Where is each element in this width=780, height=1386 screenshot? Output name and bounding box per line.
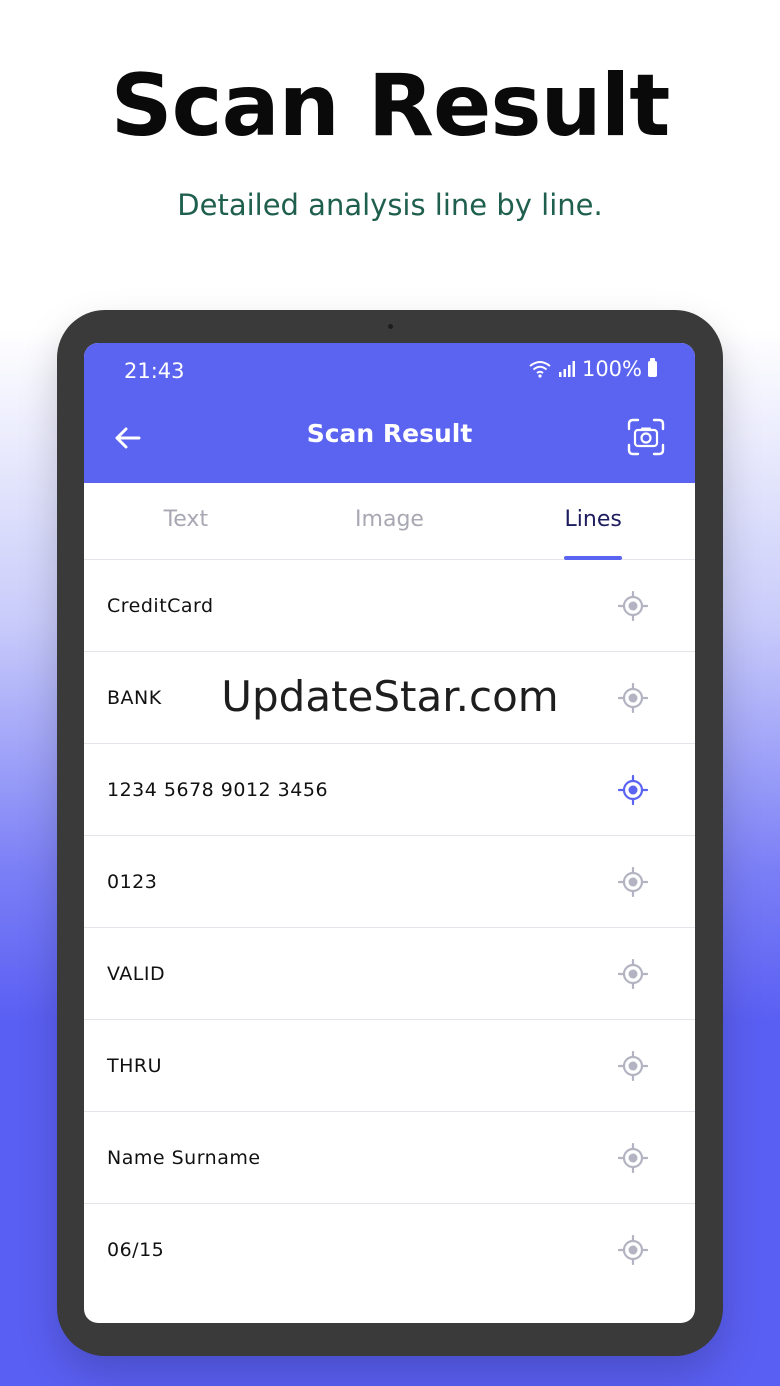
promo-subline: Detailed analysis line by line. (177, 188, 603, 222)
front-camera (388, 324, 393, 329)
line-text: Name Surname (107, 1146, 261, 1169)
tab-lines[interactable]: Lines (491, 483, 695, 559)
list-item: 0123 (84, 836, 695, 928)
camera-scan-icon (627, 418, 665, 456)
tablet-frame: 21:43 100% Scan Result Text Image Lines … (57, 310, 723, 1356)
battery-icon (648, 358, 657, 377)
signal-icon (558, 361, 575, 377)
result-tabs: Text Image Lines (84, 483, 695, 560)
line-text: 06/15 (107, 1238, 165, 1261)
crosshair-target-icon[interactable] (618, 590, 648, 621)
crosshair-target-icon[interactable] (618, 1234, 648, 1265)
line-text: 0123 (107, 870, 158, 893)
tab-image[interactable]: Image (288, 483, 492, 559)
wifi-icon (529, 361, 551, 378)
app-bar: 21:43 100% Scan Result (84, 343, 695, 483)
lines-list: CreditCard BANK 1234 5678 9012 3456 0123… (84, 560, 695, 1295)
line-text: 1234 5678 9012 3456 (107, 778, 329, 801)
battery-percent: 100% (581, 357, 642, 381)
list-item: BANK (84, 652, 695, 744)
line-text: THRU (107, 1054, 163, 1077)
status-time: 21:43 (124, 359, 185, 383)
crosshair-target-icon[interactable] (618, 774, 648, 805)
list-item: 06/15 (84, 1204, 695, 1295)
crosshair-target-icon[interactable] (618, 682, 648, 713)
list-item: CreditCard (84, 560, 695, 652)
list-item: VALID (84, 928, 695, 1020)
list-item-selected: 1234 5678 9012 3456 (84, 744, 695, 836)
line-text: BANK (107, 686, 162, 709)
tab-text[interactable]: Text (84, 483, 288, 559)
list-item: THRU (84, 1020, 695, 1112)
crosshair-target-icon[interactable] (618, 866, 648, 897)
app-bar-title: Scan Result (306, 419, 473, 448)
status-icons: 100% (528, 357, 657, 381)
line-text: CreditCard (107, 594, 214, 617)
crosshair-target-icon[interactable] (618, 1050, 648, 1081)
list-item: Name Surname (84, 1112, 695, 1204)
tablet-screen: 21:43 100% Scan Result Text Image Lines … (84, 343, 695, 1323)
line-text: VALID (107, 962, 166, 985)
promo-headline: Scan Result (110, 56, 671, 156)
camera-scan-button[interactable] (627, 418, 665, 456)
crosshair-target-icon[interactable] (618, 1142, 648, 1173)
crosshair-target-icon[interactable] (618, 958, 648, 989)
